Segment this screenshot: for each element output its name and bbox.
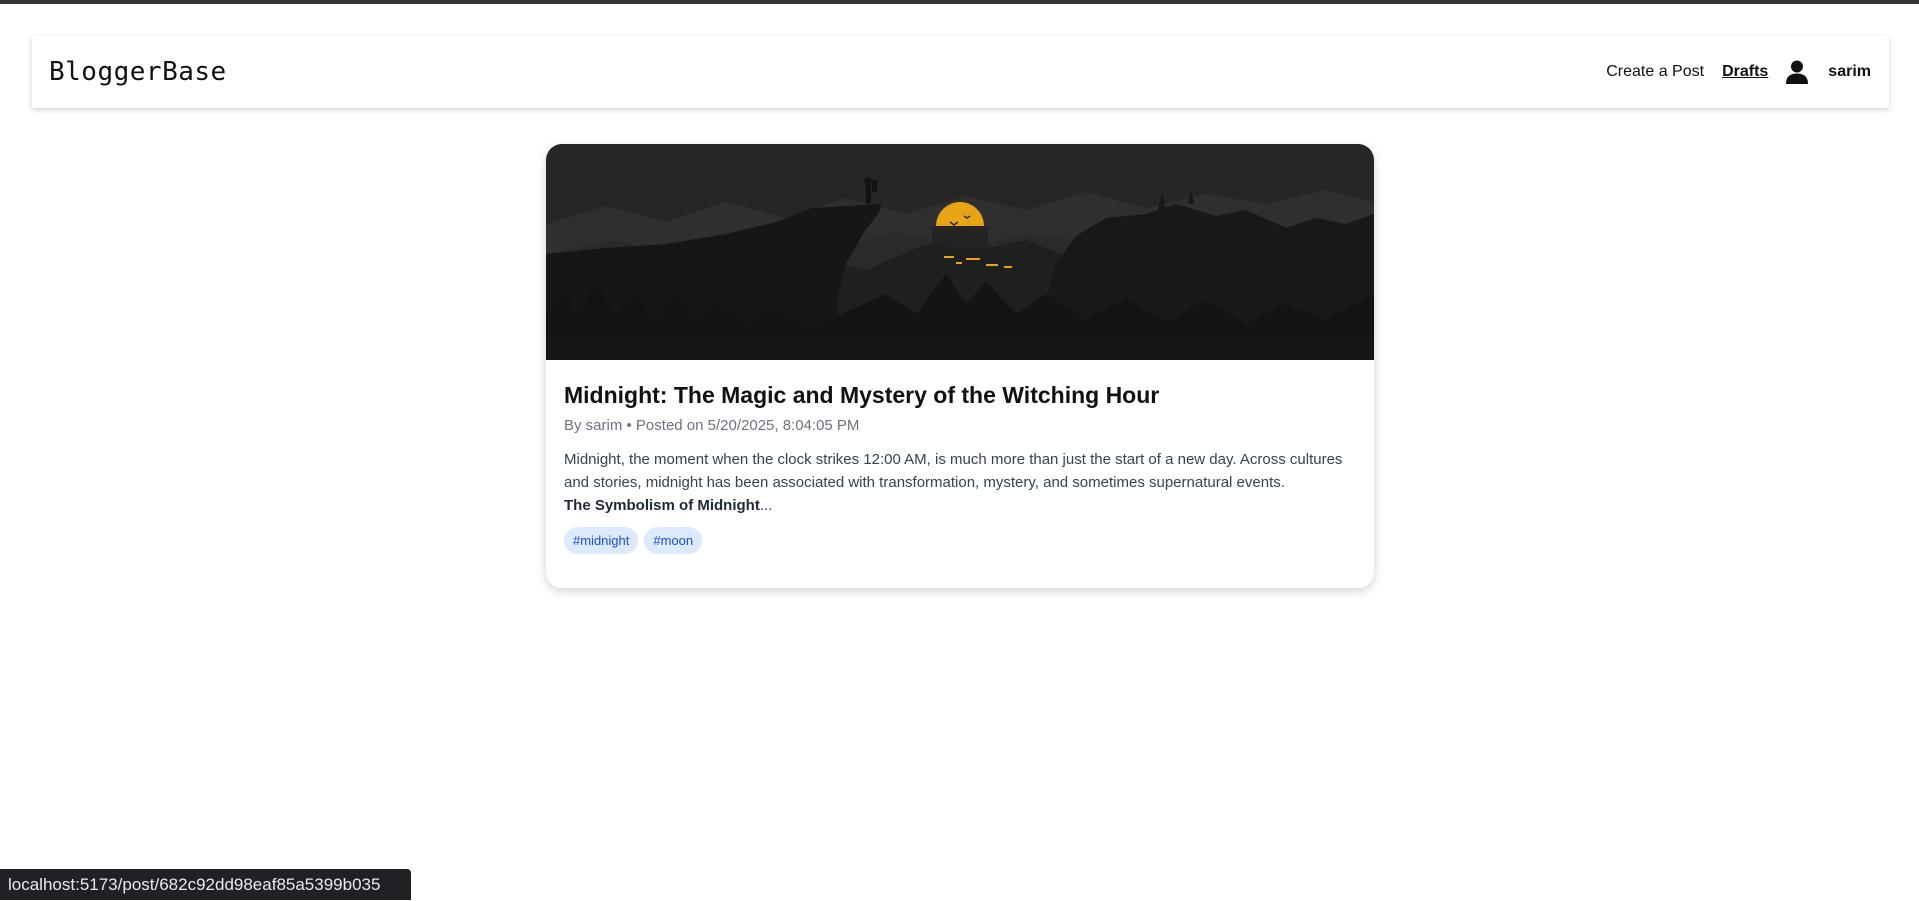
excerpt-subheading: The Symbolism of Midnight: [564, 497, 760, 514]
post-meta: By sarim • Posted on 5/20/2025, 8:04:05 …: [564, 417, 860, 434]
status-bar-url: localhost:5173/post/682c92dd98eaf85a5399…: [0, 869, 411, 900]
user-icon[interactable]: [1786, 60, 1809, 84]
create-post-link[interactable]: Create a Post: [1606, 63, 1704, 81]
brand-logo[interactable]: BloggerBase: [49, 57, 227, 87]
excerpt-ellipsis: ...: [759, 497, 773, 514]
window-top-strip: [0, 0, 1919, 4]
username[interactable]: sarim: [1828, 63, 1871, 81]
post-card-body: Midnight: The Magic and Mystery of the W…: [546, 360, 1374, 554]
tag-midnight[interactable]: #midnight: [564, 527, 639, 554]
nav-links: Create a Post Drafts sarim: [1606, 60, 1871, 84]
tag-moon[interactable]: #moon: [644, 527, 703, 554]
drafts-link[interactable]: Drafts: [1722, 63, 1768, 81]
post-card[interactable]: Midnight: The Magic and Mystery of the W…: [546, 144, 1374, 588]
navbar: BloggerBase Create a Post Drafts sarim: [32, 36, 1889, 108]
post-excerpt: Midnight, the moment when the clock stri…: [564, 451, 1343, 491]
post-cover-image: [546, 144, 1374, 360]
post-excerpt-heading: The Symbolism of Midnight...: [564, 494, 1356, 517]
post-tags: #midnight #moon: [564, 527, 1356, 554]
post-title[interactable]: Midnight: The Magic and Mystery of the W…: [564, 380, 1356, 410]
